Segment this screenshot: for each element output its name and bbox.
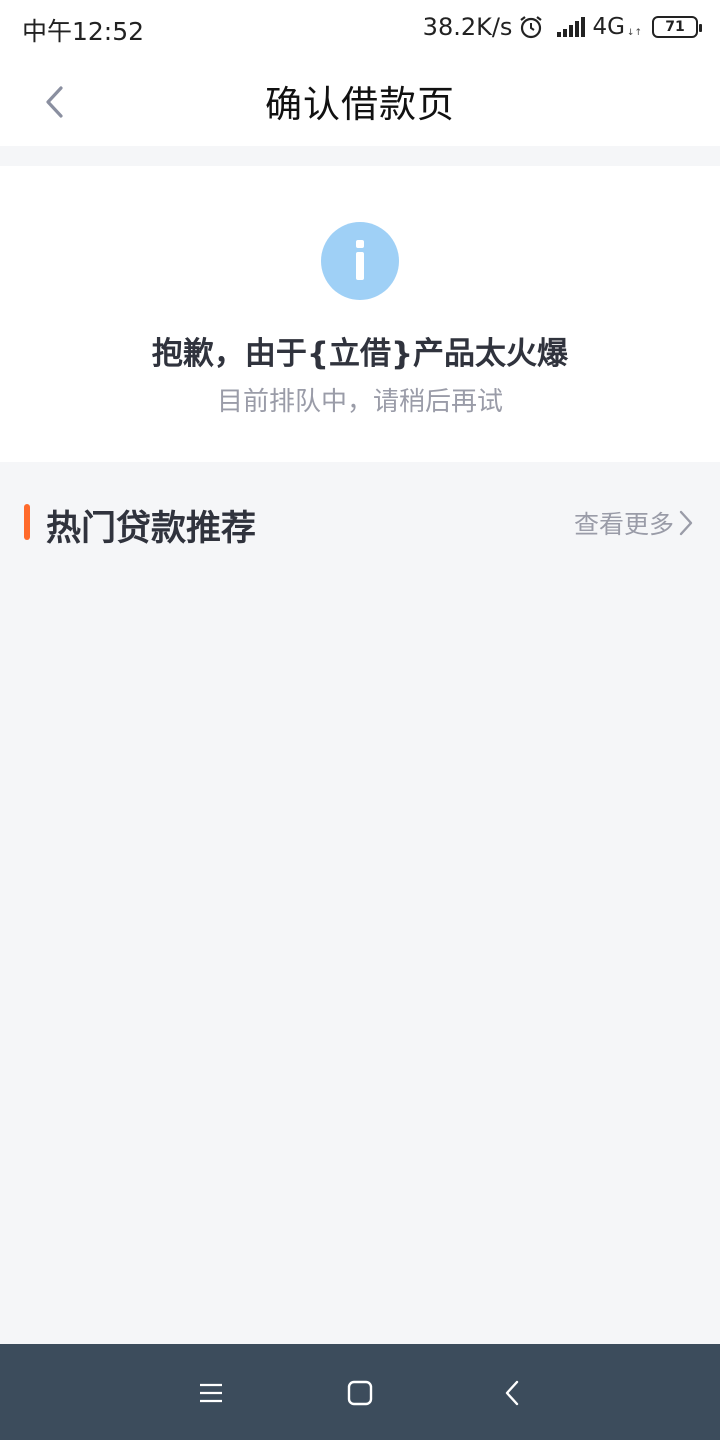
system-nav-bar <box>0 1344 720 1440</box>
status-time: 中午12:52 <box>22 17 145 46</box>
status-indicators: 38.2K/s 4G ↓↑ 71 <box>422 12 702 42</box>
see-more-label: 查看更多 <box>573 510 674 539</box>
alarm-icon <box>518 14 544 40</box>
page-title: 确认借款页 <box>265 83 455 126</box>
chevron-right-icon <box>678 509 694 537</box>
section-title: 热门贷款推荐 <box>46 509 257 549</box>
signal-icon <box>556 16 586 38</box>
battery-icon: 71 <box>652 16 702 38</box>
notice-card: 抱歉，由于{立借}产品太火爆 目前排队中，请稍后再试 <box>0 166 720 462</box>
network-activity: ↓↑ <box>626 28 642 38</box>
see-more-link[interactable]: 查看更多 <box>574 506 694 540</box>
page: 中午12:52 38.2K/s 4G ↓↑ 71 确认借款页 抱歉，由于{立借}… <box>0 0 720 1440</box>
back-icon[interactable] <box>491 1372 533 1414</box>
menu-icon[interactable] <box>190 1372 232 1414</box>
hot-loans-section-header: 热门贷款推荐 查看更多 <box>0 462 720 586</box>
notice-subtitle: 目前排队中，请稍后再试 <box>216 387 503 417</box>
home-icon[interactable] <box>339 1372 381 1414</box>
nav-bar: 确认借款页 <box>0 54 720 146</box>
section-accent-bar <box>24 504 30 540</box>
network-speed: 38.2K/s <box>422 13 513 41</box>
battery-level: 71 <box>665 19 685 35</box>
network-type: 4G <box>592 14 625 40</box>
status-bar: 中午12:52 38.2K/s 4G ↓↑ 71 <box>0 0 720 54</box>
notice-title: 抱歉，由于{立借}产品太火爆 <box>151 336 569 372</box>
info-icon <box>321 222 399 300</box>
